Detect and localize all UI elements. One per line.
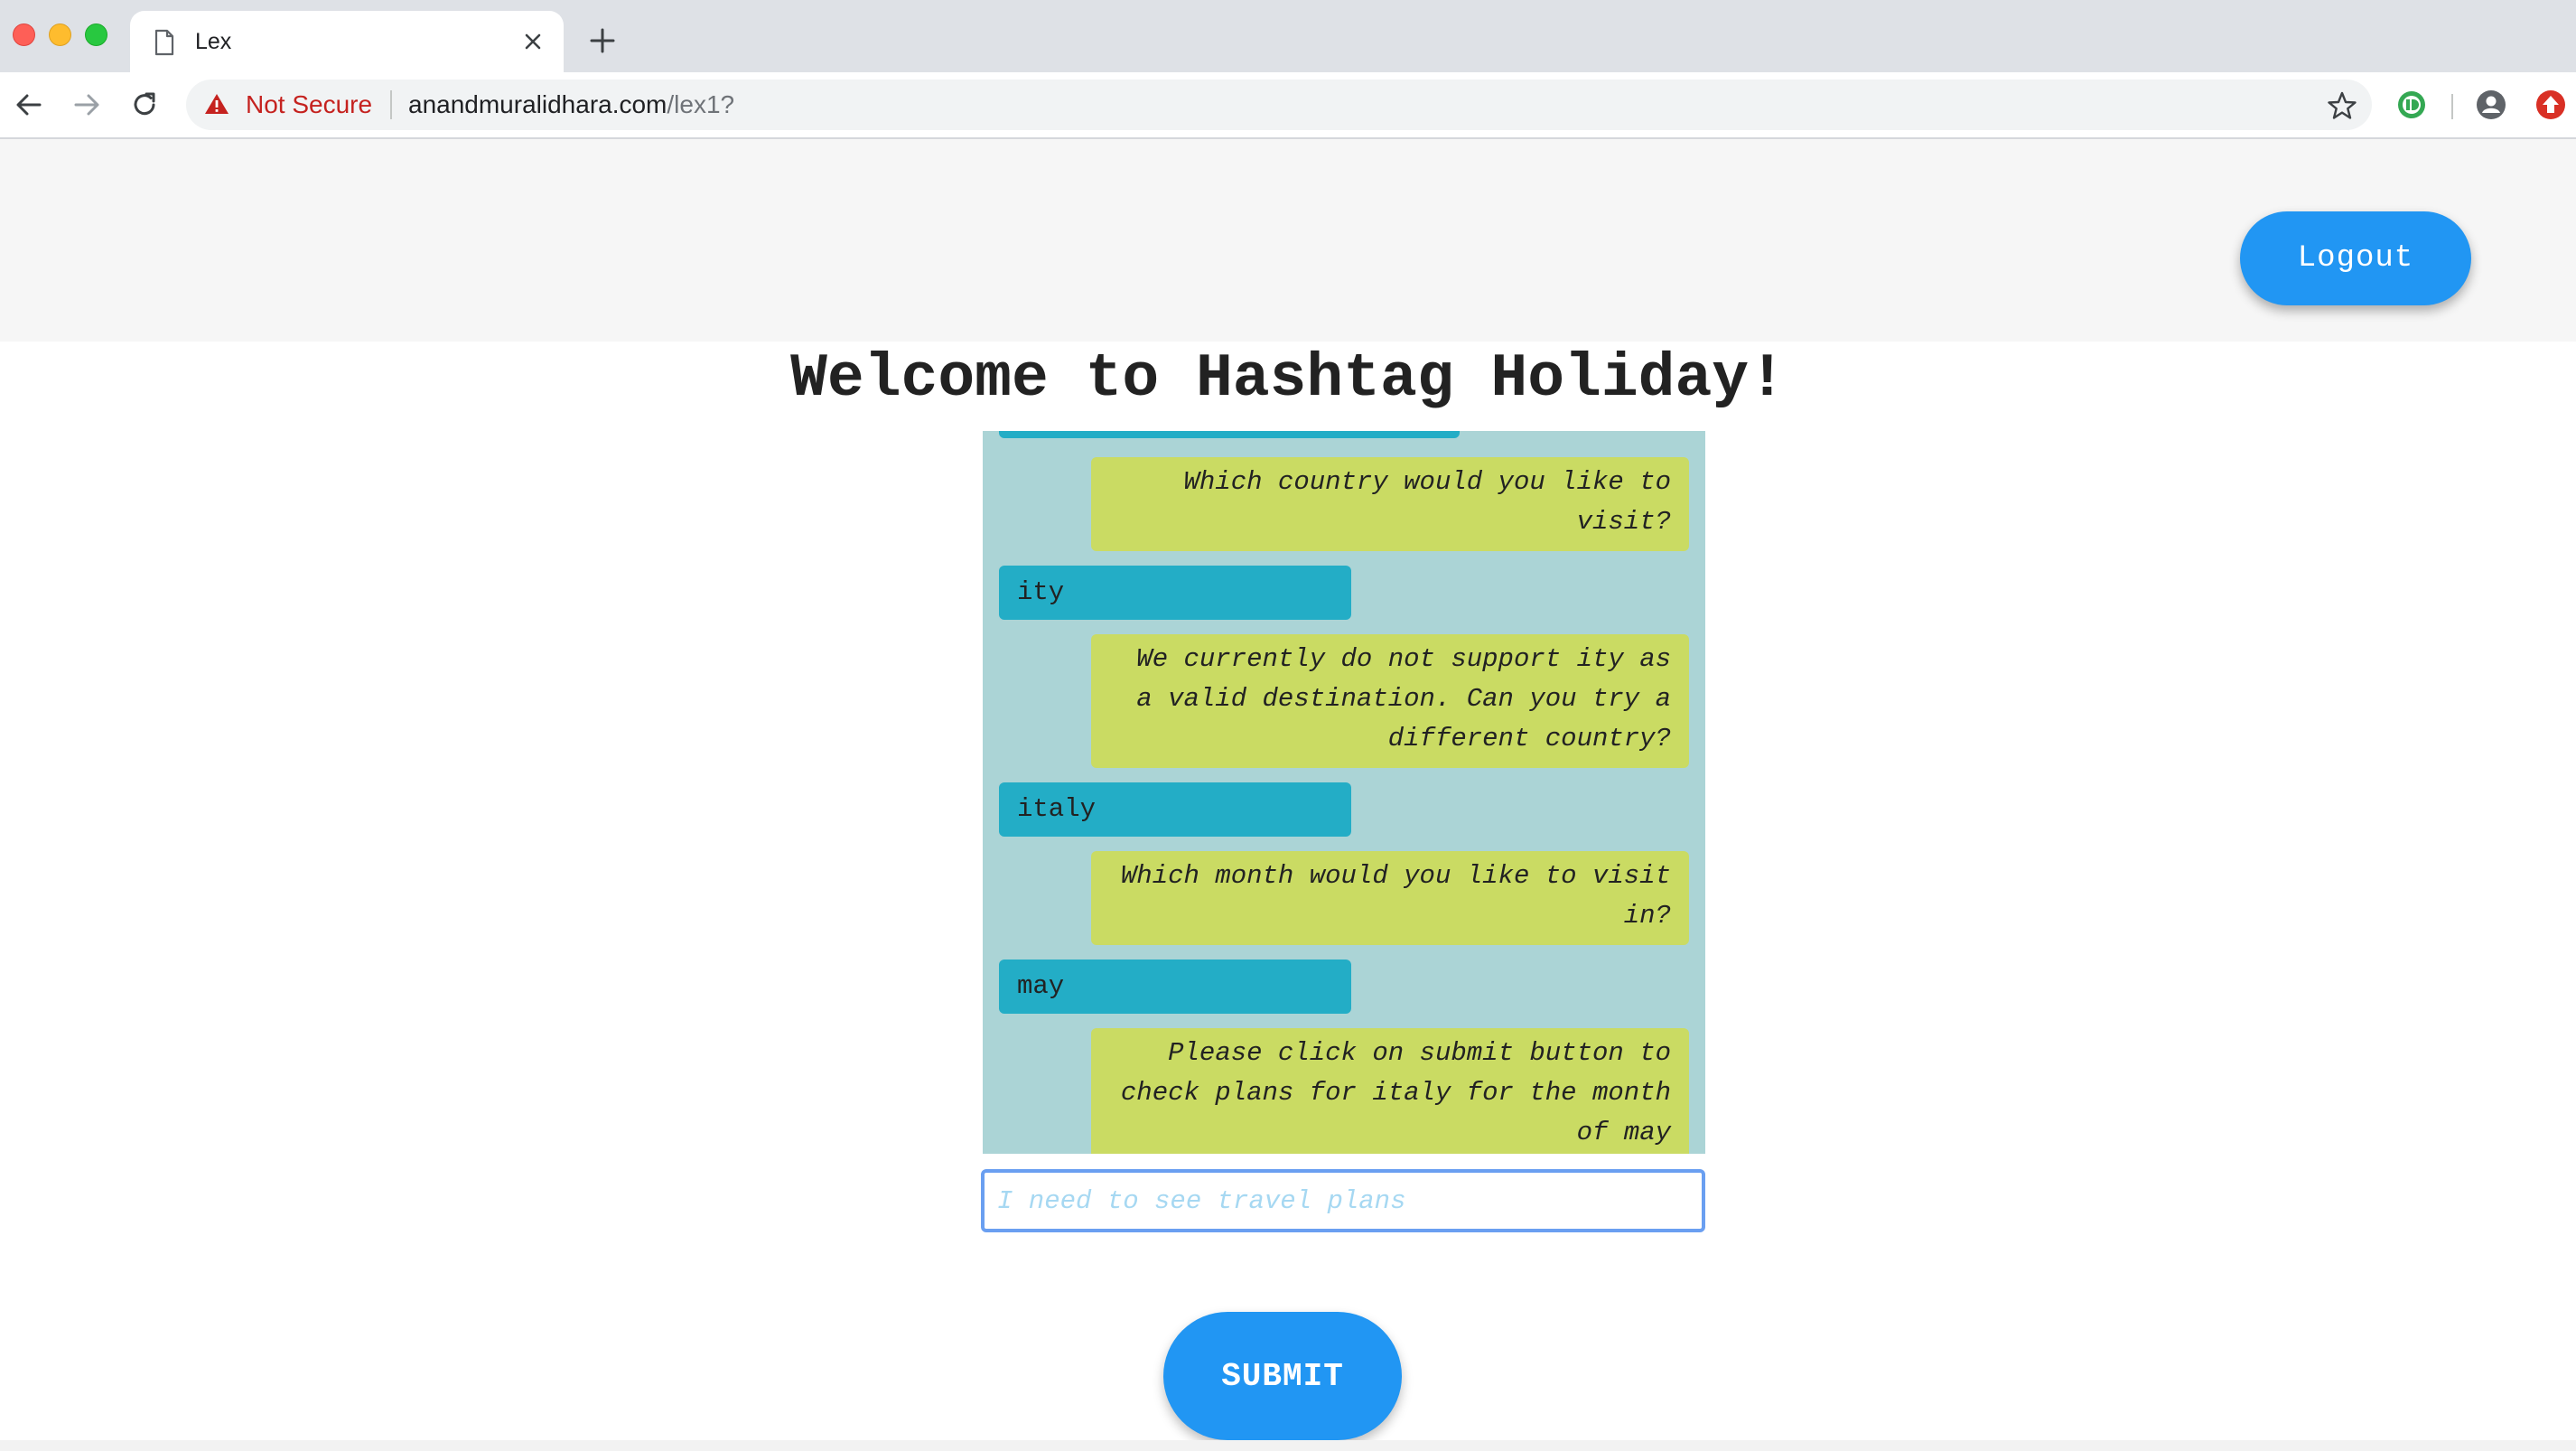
plus-icon[interactable] bbox=[589, 27, 616, 54]
browser-toolbar: Not Secure anandmuralidhara.com/lex1? bbox=[0, 72, 2576, 139]
submit-button[interactable]: SUBMIT bbox=[1163, 1312, 1402, 1440]
tab-title: Lex bbox=[195, 29, 232, 54]
bot-message: Which country would you like to visit? bbox=[1091, 457, 1689, 551]
browser-tab[interactable]: Lex bbox=[130, 11, 564, 72]
star-icon[interactable] bbox=[2327, 90, 2357, 121]
warning-icon bbox=[205, 94, 229, 114]
extension-icon[interactable] bbox=[2395, 89, 2428, 121]
user-message: may bbox=[999, 960, 1351, 1014]
omnibox-divider bbox=[390, 90, 392, 119]
window-maximize-button[interactable] bbox=[85, 23, 107, 46]
bot-message: Which month would you like to visit in? bbox=[1091, 851, 1689, 945]
url-path: /lex1? bbox=[667, 90, 735, 118]
forward-arrow-icon[interactable] bbox=[70, 89, 103, 121]
page-bottom-edge bbox=[0, 1440, 2576, 1451]
window-close-button[interactable] bbox=[13, 23, 35, 46]
chat-transcript[interactable]: Which country would you like to visit? i… bbox=[983, 431, 1705, 1154]
security-label[interactable]: Not Secure bbox=[246, 90, 372, 119]
message-input[interactable] bbox=[981, 1169, 1705, 1232]
update-icon[interactable] bbox=[2534, 89, 2567, 121]
close-icon[interactable] bbox=[520, 29, 546, 54]
page-title: Welcome to Hashtag Holiday! bbox=[790, 344, 1786, 414]
url-text[interactable]: anandmuralidhara.com/lex1? bbox=[408, 90, 734, 119]
profile-icon[interactable] bbox=[2475, 89, 2507, 121]
bot-message: We currently do not support ity as a val… bbox=[1091, 634, 1689, 768]
logout-button[interactable]: Logout bbox=[2240, 211, 2471, 305]
user-message: ity bbox=[999, 566, 1351, 620]
user-message: italy bbox=[999, 782, 1351, 837]
page-header: Logout bbox=[0, 139, 2576, 342]
address-bar[interactable]: Not Secure anandmuralidhara.com/lex1? bbox=[186, 80, 2372, 130]
toolbar-divider bbox=[2451, 94, 2453, 119]
browser-tabstrip: Lex bbox=[0, 0, 2576, 72]
reload-icon[interactable] bbox=[128, 89, 161, 121]
url-host: anandmuralidhara.com bbox=[408, 90, 667, 118]
window-minimize-button[interactable] bbox=[49, 23, 71, 46]
back-arrow-icon[interactable] bbox=[13, 89, 45, 121]
document-icon bbox=[154, 29, 174, 56]
bot-message: Please click on submit button to check p… bbox=[1091, 1028, 1689, 1154]
user-message bbox=[999, 431, 1460, 438]
